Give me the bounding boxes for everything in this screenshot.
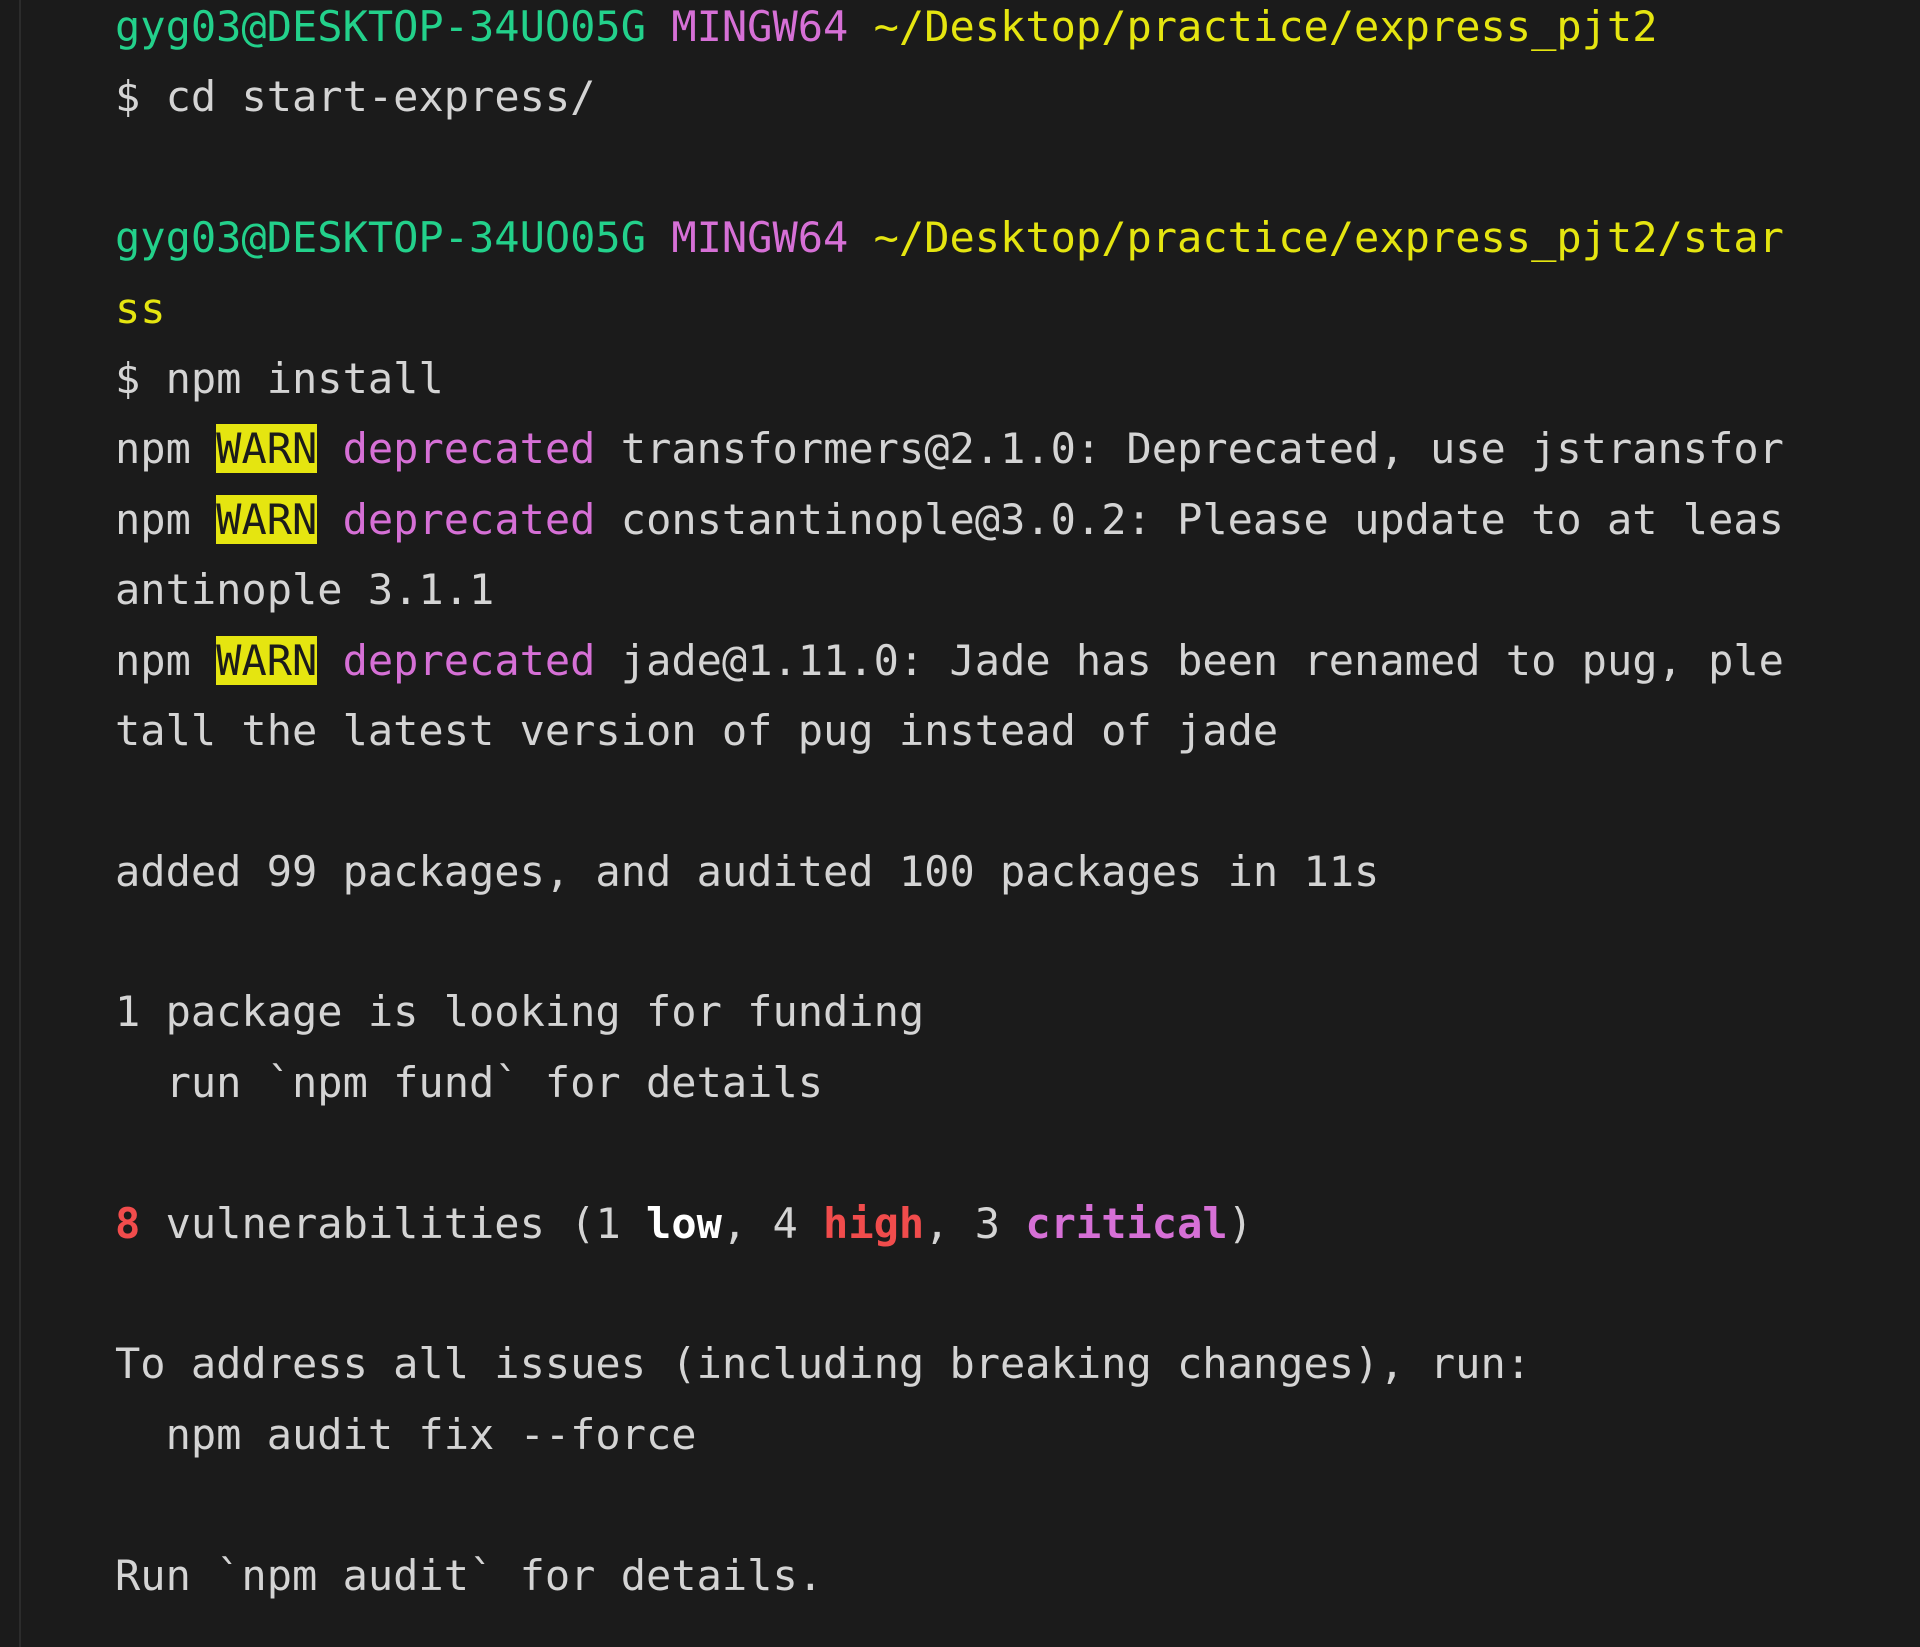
npm-warn-line: npm WARN deprecated transformers@2.1.0: … (115, 414, 1920, 484)
command-line-1: $ cd start-express/ (115, 62, 1920, 132)
npm-warn-line: npm WARN deprecated jade@1.11.0: Jade ha… (115, 626, 1920, 696)
fix-instruction: To address all issues (including breakin… (115, 1339, 1532, 1389)
warn-message: jade@1.11.0: Jade has been renamed to pu… (620, 635, 1784, 685)
prompt-user-host: gyg03@DESKTOP-34UO05G (115, 213, 647, 263)
npm-prefix: npm (115, 494, 191, 544)
npm-warn-line: npm WARN deprecated constantinople@3.0.2… (115, 485, 1920, 555)
prompt-path: ~/Desktop/practice/express_pjt2 (873, 2, 1658, 51)
command-line-2: $ npm install (115, 344, 1920, 414)
command-text: cd start-express/ (165, 72, 596, 122)
audit-hint: Run `npm audit` for details. (115, 1550, 824, 1600)
prompt-shell-name: MINGW64 (671, 213, 849, 263)
deprecated-tag: deprecated (342, 424, 596, 474)
fix-command: npm audit fix --force (115, 1409, 697, 1459)
severity-critical: critical (1025, 1198, 1228, 1248)
warn-badge: WARN (216, 494, 318, 544)
severity-low: low (646, 1198, 722, 1248)
terminal-window[interactable]: gyg03@DESKTOP-34UO05G MINGW64 ~/Desktop/… (0, 0, 1920, 1647)
warn-message-wrap: antinople 3.1.1 (115, 565, 495, 615)
terminal-gutter-divider (19, 0, 21, 1647)
npm-prefix: npm (115, 424, 191, 474)
npm-prefix: npm (115, 635, 191, 685)
terminal-output: gyg03@DESKTOP-34UO05G MINGW64 ~/Desktop/… (115, 0, 1920, 1611)
prompt-path: ~/Desktop/practice/express_pjt2/star (873, 213, 1784, 263)
prompt-line-1: gyg03@DESKTOP-34UO05G MINGW64 ~/Desktop/… (115, 0, 1920, 62)
prompt-symbol: $ (115, 353, 141, 403)
funding-line: 1 package is looking for funding (115, 987, 925, 1037)
vulnerability-text: , 3 (924, 1198, 1026, 1248)
warn-message: constantinople@3.0.2: Please update to a… (620, 494, 1784, 544)
vulnerability-count: 8 (115, 1198, 141, 1248)
severity-high: high (823, 1198, 925, 1248)
vulnerability-text: ) (1227, 1198, 1253, 1248)
warn-badge: WARN (216, 424, 318, 474)
warn-badge: WARN (216, 635, 318, 685)
vulnerabilities-summary: 8 vulnerabilities (1 low, 4 high, 3 crit… (115, 1189, 1920, 1259)
warn-message: transformers@2.1.0: Deprecated, use jstr… (620, 424, 1784, 474)
command-text: npm install (165, 353, 444, 403)
prompt-user-host: gyg03@DESKTOP-34UO05G (115, 2, 647, 51)
funding-hint: run `npm fund` for details (115, 1057, 824, 1107)
vulnerability-text: , 4 (721, 1198, 824, 1248)
install-summary: added 99 packages, and audited 100 packa… (115, 846, 1380, 896)
deprecated-tag: deprecated (342, 494, 596, 544)
prompt-shell-name: MINGW64 (671, 2, 849, 51)
deprecated-tag: deprecated (342, 635, 596, 685)
prompt-path-wrap: ss (115, 283, 166, 333)
prompt-line-2: gyg03@DESKTOP-34UO05G MINGW64 ~/Desktop/… (115, 203, 1920, 273)
warn-message-wrap: tall the latest version of pug instead o… (115, 705, 1279, 755)
prompt-symbol: $ (115, 72, 141, 122)
vulnerability-text: vulnerabilities (1 (140, 1198, 647, 1248)
